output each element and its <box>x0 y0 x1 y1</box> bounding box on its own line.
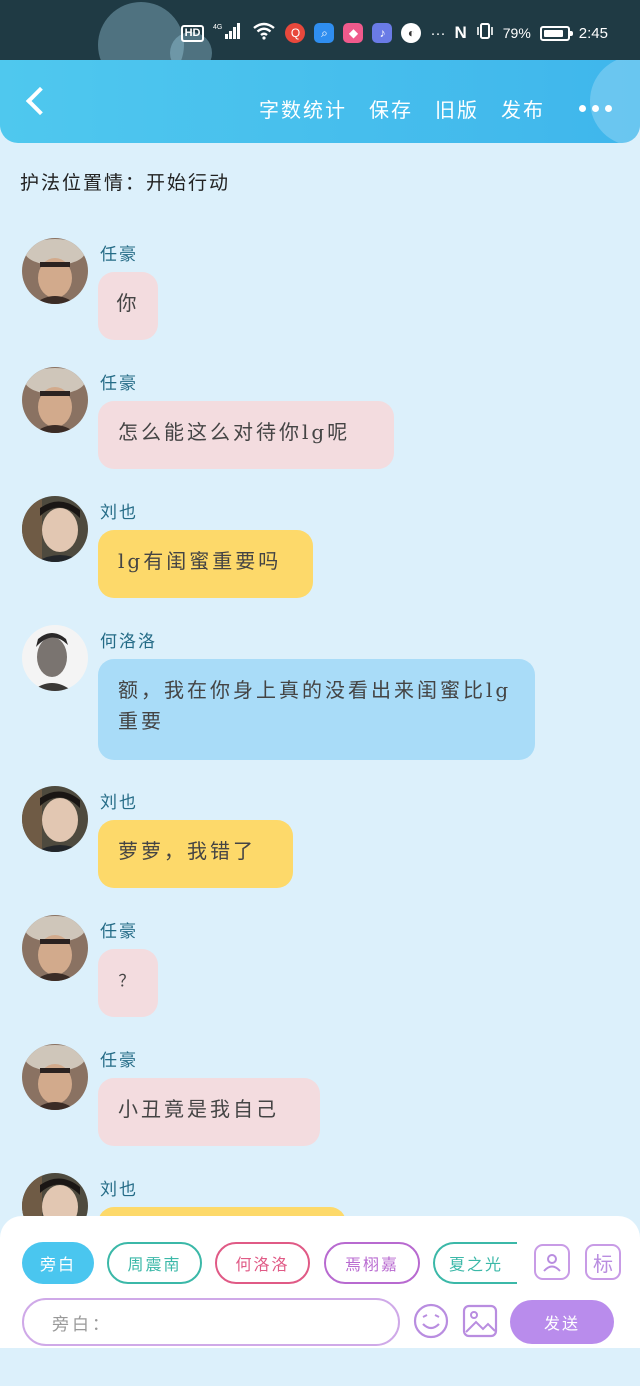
wifi-icon <box>252 22 276 44</box>
sender-name: 任豪 <box>100 245 138 265</box>
message-input[interactable]: 旁白： <box>22 1298 400 1346</box>
avatar[interactable] <box>22 1044 88 1110</box>
app-notification-icon: ◆ <box>343 23 364 43</box>
avatar[interactable] <box>22 915 88 981</box>
status-bar: HD 4G Q ⌕ ◆ ♪ ◐ ··· N 79% 2:45 <box>0 0 640 88</box>
status-icons: HD 4G Q ⌕ ◆ ♪ ◐ ··· N 79% 2:45 <box>180 22 608 44</box>
publish-button[interactable]: 发布 <box>501 94 545 123</box>
battery-icon <box>539 25 573 41</box>
sender-name: 任豪 <box>100 1051 138 1071</box>
cell-signal-icon: 4G <box>213 22 243 44</box>
compose-panel: 旁白 周震南 何洛洛 焉栩嘉 夏之光 标 旁白： 发送 <box>0 1216 640 1348</box>
hd-icon: HD <box>180 24 205 42</box>
avatar[interactable] <box>22 367 88 433</box>
save-button[interactable]: 保存 <box>369 94 413 123</box>
sender-name: 刘也 <box>100 793 138 813</box>
sender-name: 何洛洛 <box>100 632 157 652</box>
network-type: 4G <box>213 24 222 31</box>
message-bubble: 小丑竟是我自己 <box>98 1078 320 1146</box>
message-bubble: 怎么能这么对待你lg呢 <box>98 401 394 469</box>
avatar[interactable] <box>22 238 88 304</box>
role-chip[interactable]: 夏之光 <box>433 1242 517 1284</box>
vibrate-icon <box>476 22 494 44</box>
avatar[interactable] <box>22 496 88 562</box>
old-version-button[interactable]: 旧版 <box>435 94 479 123</box>
message-bubble: ？ <box>98 949 158 1017</box>
nfc-icon: N <box>454 23 467 42</box>
app-notification-icon: ◐ <box>401 23 422 43</box>
image-icon[interactable] <box>461 1302 499 1340</box>
back-arrow-icon[interactable] <box>22 82 52 122</box>
overflow-indicator: ··· <box>430 24 446 42</box>
sender-name: 任豪 <box>100 374 138 394</box>
role-chip[interactable]: 焉栩嘉 <box>324 1242 420 1284</box>
message-bubble: 你 <box>98 272 158 340</box>
sender-name: 刘也 <box>100 1180 138 1200</box>
sender-name: 刘也 <box>100 503 138 523</box>
bottom-strip <box>0 1348 640 1386</box>
person-card-icon[interactable] <box>534 1244 570 1280</box>
music-app-icon: ♪ <box>372 23 393 43</box>
tag-button[interactable]: 标 <box>585 1244 621 1280</box>
word-count-button[interactable]: 字数统计 <box>259 94 347 123</box>
send-button[interactable]: 发送 <box>510 1300 614 1344</box>
avatar[interactable] <box>22 786 88 852</box>
sender-name: 任豪 <box>100 922 138 942</box>
app-notification-icon: Q <box>285 23 306 43</box>
message-bubble: lg有闺蜜重要吗 <box>98 530 313 598</box>
battery-percent: 79% <box>502 25 531 41</box>
search-app-icon: ⌕ <box>314 23 335 43</box>
message-bubble: 额，我在你身上真的没看出来闺蜜比lg重要 <box>98 659 535 760</box>
app-header: 字数统计 保存 旧版 发布 <box>0 60 640 143</box>
emoji-icon[interactable] <box>412 1302 450 1340</box>
story-subtitle: 护法位置情：开始行动 <box>20 172 231 194</box>
message-bubble: 萝萝，我错了 <box>98 820 293 888</box>
role-chip-narrator[interactable]: 旁白 <box>22 1242 94 1284</box>
header-actions: 字数统计 保存 旧版 发布 <box>259 94 612 123</box>
role-chip[interactable]: 何洛洛 <box>215 1242 310 1284</box>
clock: 2:45 <box>578 24 608 42</box>
avatar[interactable] <box>22 625 88 691</box>
role-chip[interactable]: 周震南 <box>107 1242 202 1284</box>
more-dots-icon[interactable] <box>579 105 612 112</box>
